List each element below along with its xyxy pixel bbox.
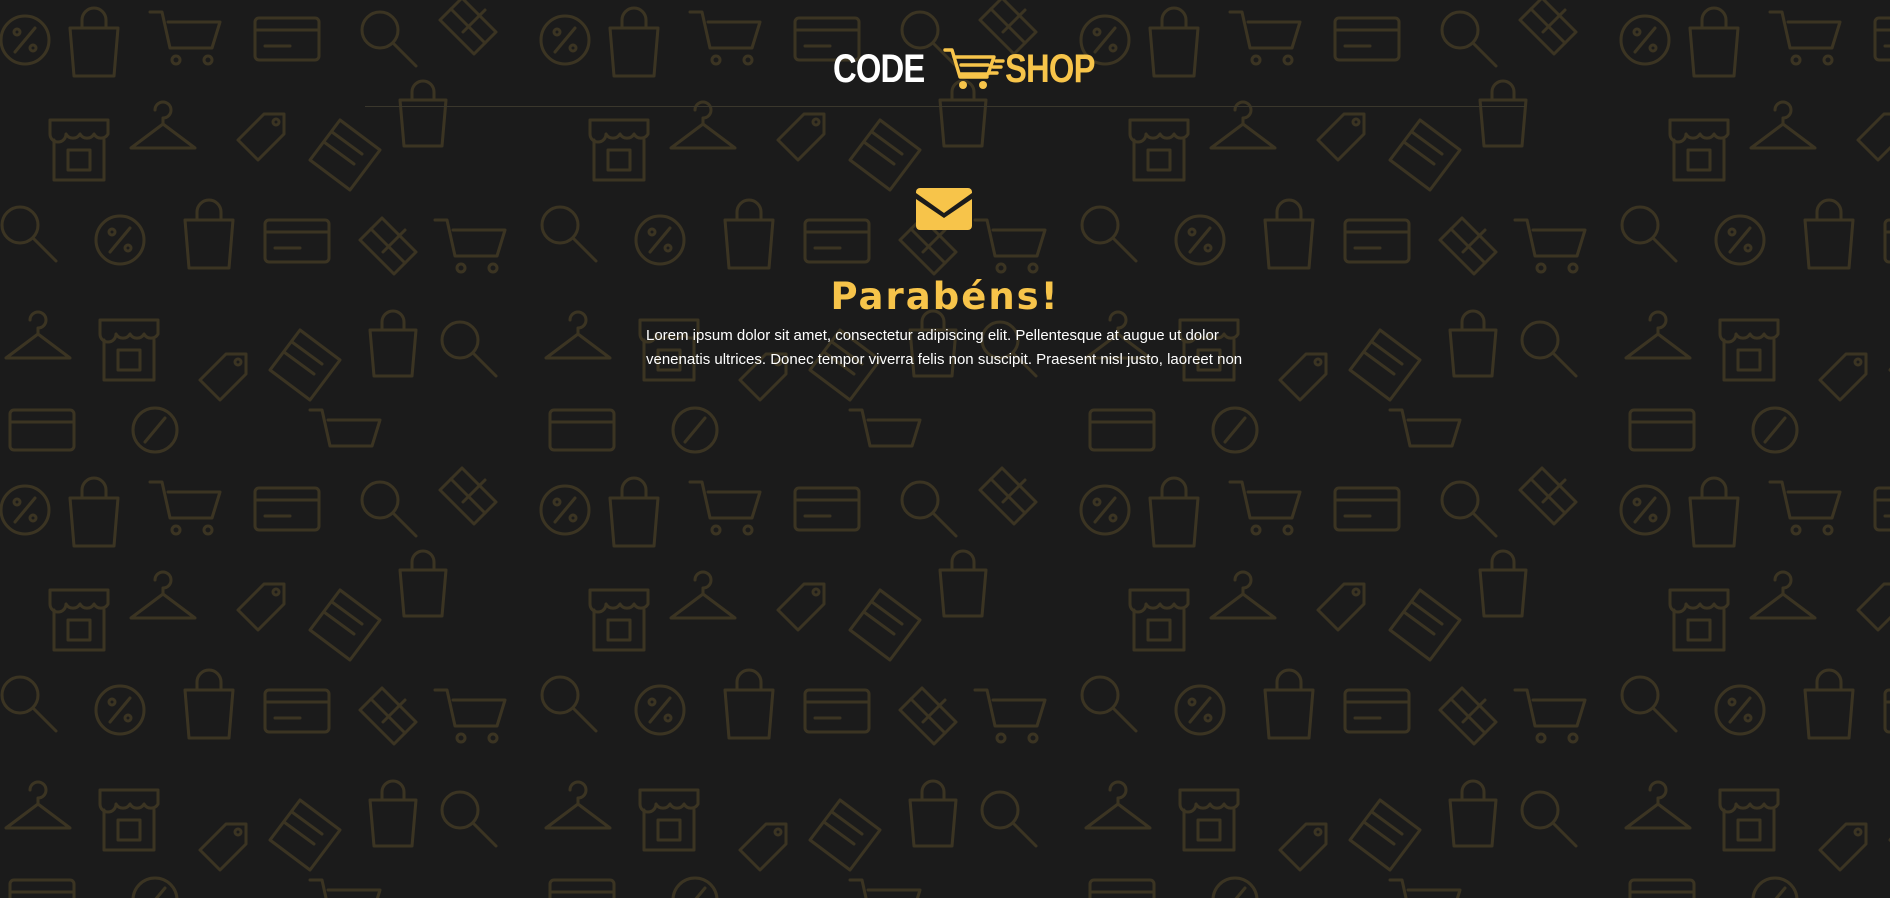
logo-word-shop: SHOP	[1004, 47, 1095, 91]
message-body: Lorem ipsum dolor sit amet, consectetur …	[646, 324, 1246, 372]
congratulations-title: Parabéns!	[830, 274, 1060, 318]
site-header: CODE SHOP	[0, 0, 1890, 108]
shopping-cart-icon	[942, 48, 1005, 89]
confirmation-page: CODE SHOP Parabéns! Lorem ipsum dolor si…	[0, 0, 1890, 898]
codeshop-logo[interactable]: CODE SHOP	[833, 44, 1114, 94]
logo-word-code: CODE	[833, 47, 925, 91]
message-line: venenatis ultrices. Donec tempor viverra…	[646, 351, 1243, 368]
message-line: Lorem ipsum dolor sit amet, consectetur …	[646, 327, 1219, 344]
header-divider	[365, 106, 1525, 107]
envelope-icon	[916, 188, 972, 230]
